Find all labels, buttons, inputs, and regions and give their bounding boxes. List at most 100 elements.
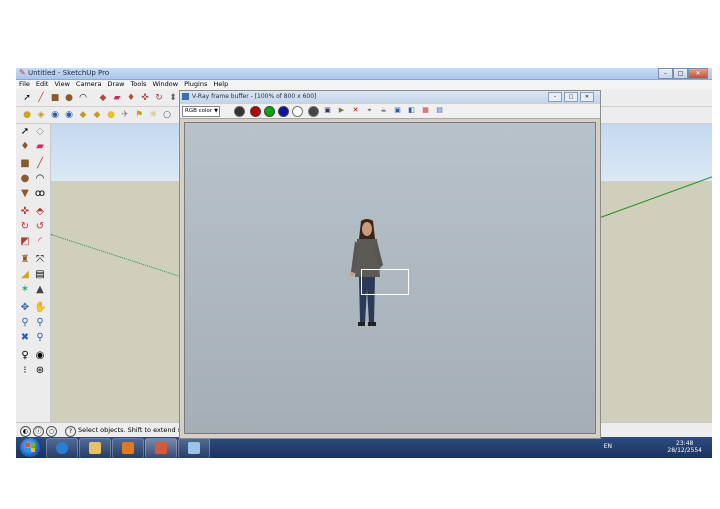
position-camera-icon[interactable]: ♀: [19, 350, 31, 362]
user-icon[interactable]: ○: [46, 426, 57, 437]
menu-plugins[interactable]: Plugins: [181, 80, 210, 89]
taskbar-ie-button[interactable]: [46, 438, 78, 458]
alpha-channel-icon[interactable]: [234, 106, 245, 117]
frame-buffer-icon[interactable]: ◉: [64, 110, 74, 120]
infinite-plane-icon[interactable]: ○: [162, 110, 172, 120]
render-last-icon[interactable]: ▦: [421, 106, 430, 115]
component-icon[interactable]: ◇: [34, 126, 46, 138]
taskbar-sketchup-button[interactable]: [145, 438, 177, 458]
dimension-icon[interactable]: ⤧: [34, 254, 46, 266]
system-clock[interactable]: 23:48 28/12/2554: [667, 440, 702, 454]
channel-select[interactable]: RGB color ▼: [182, 106, 220, 117]
spot-light-icon[interactable]: ●: [106, 110, 116, 120]
render-icon[interactable]: ◉: [50, 110, 60, 120]
eraser-icon[interactable]: ▰: [34, 141, 46, 153]
taskbar-media-button[interactable]: [112, 438, 144, 458]
zoom-extents-icon[interactable]: ✖: [19, 332, 31, 344]
start-button[interactable]: [20, 438, 40, 457]
pan-icon[interactable]: ✋: [34, 302, 46, 314]
move-tool-icon[interactable]: ✜: [140, 93, 150, 103]
blue-channel-icon[interactable]: [278, 106, 289, 117]
alpha-view-icon[interactable]: [308, 106, 319, 117]
rect-light-icon[interactable]: ◆: [92, 110, 102, 120]
menu-help[interactable]: Help: [210, 80, 231, 89]
paint-icon[interactable]: ♦: [19, 141, 31, 153]
paint-bucket-icon[interactable]: ♦: [126, 93, 136, 103]
red-channel-icon[interactable]: [250, 106, 261, 117]
taskbar-explorer-button[interactable]: [79, 438, 111, 458]
orbit-icon[interactable]: ✥: [19, 302, 31, 314]
sphere-light-icon[interactable]: ☼: [148, 110, 158, 120]
omni-light-icon[interactable]: ◆: [78, 110, 88, 120]
protractor-icon[interactable]: ◢: [19, 269, 31, 281]
rectangle-tool-icon[interactable]: ■: [50, 93, 60, 103]
menu-window[interactable]: Window: [149, 80, 181, 89]
vfb-minimize-button[interactable]: –: [548, 92, 562, 102]
select-tool-icon[interactable]: ➚: [22, 93, 32, 103]
axes-icon[interactable]: ✶: [19, 284, 31, 296]
zoom-icon[interactable]: ⚲: [19, 317, 31, 329]
text-icon[interactable]: ▤: [34, 269, 46, 281]
move-icon[interactable]: ✜: [19, 206, 31, 218]
rectangle-icon[interactable]: ■: [19, 158, 31, 170]
scale-icon[interactable]: ◩: [19, 236, 31, 248]
clock-time: 23:48: [676, 440, 694, 447]
render-canvas[interactable]: [184, 122, 596, 434]
history-icon[interactable]: ▤: [435, 106, 444, 115]
pixel-info-icon[interactable]: ☕: [379, 106, 388, 115]
followme-icon[interactable]: ↺: [34, 221, 46, 233]
vray-options-icon[interactable]: ●: [22, 110, 32, 120]
maximize-button[interactable]: □: [673, 68, 688, 79]
vfb-close-button[interactable]: ✕: [580, 92, 594, 102]
color-correction-icon[interactable]: ◧: [407, 106, 416, 115]
help-icon[interactable]: ?: [65, 426, 76, 437]
menu-file[interactable]: File: [16, 80, 33, 89]
clear-image-icon[interactable]: ✕: [351, 106, 360, 115]
previous-view-icon[interactable]: ⚲: [34, 332, 46, 344]
section-plane-icon[interactable]: ⊛: [34, 365, 46, 377]
left-toolbar: ➚ ◇ ♦ ▰ ■ ╱ ● ◠ ▼ ꝏ ✜ ⬘ ↻ ↺ ◩ ◜ ♜ ⤧ ◢ ▤ …: [16, 124, 51, 422]
menu-draw[interactable]: Draw: [104, 80, 127, 89]
make-component-icon[interactable]: ◆: [98, 93, 108, 103]
eraser-tool-icon[interactable]: ▰: [112, 93, 122, 103]
credits-icon[interactable]: ⓘ: [33, 426, 44, 437]
menu-tools[interactable]: Tools: [127, 80, 149, 89]
line-tool-icon[interactable]: ╱: [36, 93, 46, 103]
polygon-icon[interactable]: ▼: [19, 188, 31, 200]
zoom-window-icon[interactable]: ⚲: [34, 317, 46, 329]
pushpull-icon[interactable]: ⬘: [34, 206, 46, 218]
dome-light-icon[interactable]: ⚑: [134, 110, 144, 120]
tape-measure-icon[interactable]: ♜: [19, 254, 31, 266]
ies-light-icon[interactable]: ✈: [120, 110, 130, 120]
menu-camera[interactable]: Camera: [73, 80, 105, 89]
vfb-maximize-button[interactable]: □: [564, 92, 578, 102]
geo-location-icon[interactable]: ◐: [20, 426, 31, 437]
freehand-icon[interactable]: ꝏ: [34, 188, 46, 200]
green-channel-icon[interactable]: [264, 106, 275, 117]
walk-icon[interactable]: ⁝: [19, 365, 31, 377]
arc-tool-icon[interactable]: ◠: [78, 93, 88, 103]
arc-icon[interactable]: ◠: [34, 173, 46, 185]
region-render-icon[interactable]: ▣: [393, 106, 402, 115]
circle-icon[interactable]: ●: [19, 173, 31, 185]
save-image-icon[interactable]: ▣: [323, 106, 332, 115]
track-mouse-icon[interactable]: ⌖: [365, 106, 374, 115]
3d-text-icon[interactable]: ▲: [34, 284, 46, 296]
offset-icon[interactable]: ◜: [34, 236, 46, 248]
close-button[interactable]: ✕: [688, 68, 708, 79]
menu-view[interactable]: View: [51, 80, 72, 89]
language-indicator[interactable]: EN: [604, 443, 612, 450]
minimize-button[interactable]: –: [658, 68, 673, 79]
line-icon[interactable]: ╱: [34, 158, 46, 170]
pushpull-tool-icon[interactable]: ⬍: [168, 93, 178, 103]
look-around-icon[interactable]: ◉: [34, 350, 46, 362]
circle-tool-icon[interactable]: ●: [64, 93, 74, 103]
rotate-icon[interactable]: ↻: [19, 221, 31, 233]
taskbar-vray-button[interactable]: [178, 438, 210, 458]
mono-channel-icon[interactable]: [292, 106, 303, 117]
material-editor-icon[interactable]: ◈: [36, 110, 46, 120]
menu-edit[interactable]: Edit: [33, 80, 52, 89]
select-icon[interactable]: ➚: [19, 126, 31, 138]
load-image-icon[interactable]: ▶: [337, 106, 346, 115]
rotate-tool-icon[interactable]: ↻: [154, 93, 164, 103]
